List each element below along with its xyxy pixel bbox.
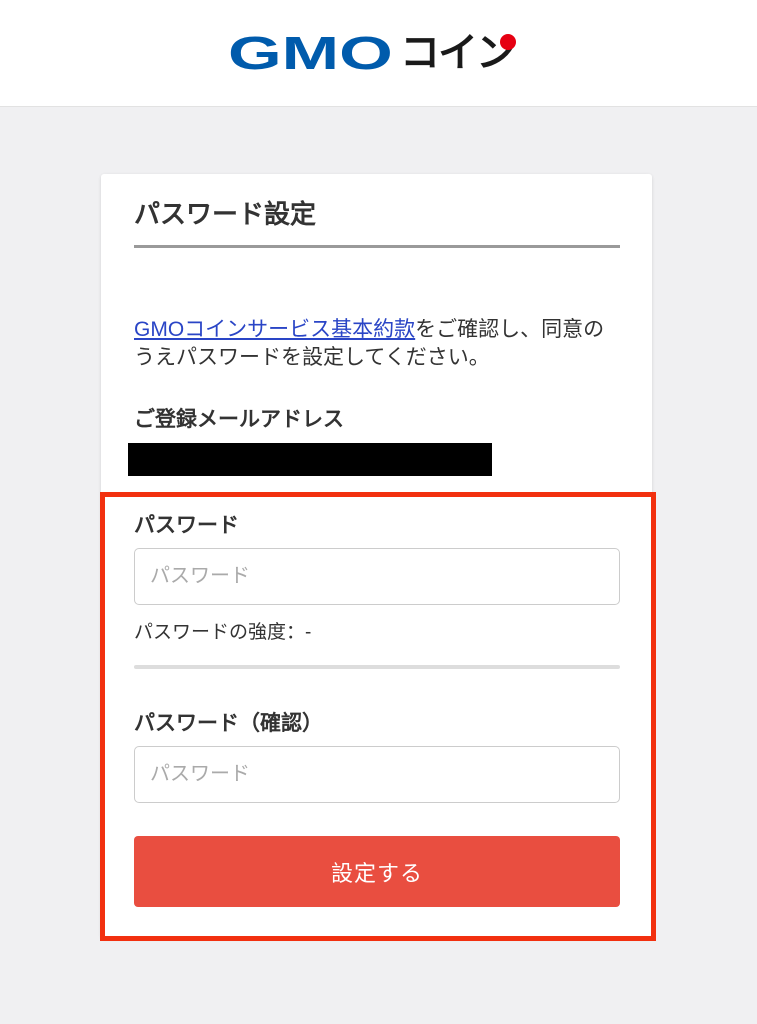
logo-gmo-text: GMO [228, 27, 393, 79]
submit-button[interactable]: 設定する [134, 836, 620, 907]
password-strength-text: パスワードの強度：- [134, 622, 312, 643]
intro-text: GMOコインサービス基本約款をご確認し、同意のうえパスワードを設定してください。 [134, 316, 620, 372]
password-setup-card: パスワード設定 GMOコインサービス基本約款をご確認し、同意のうえパスワードを設… [101, 174, 652, 938]
gmo-coin-logo: GMO コイン [228, 30, 528, 76]
password-input[interactable] [134, 548, 620, 605]
password-confirm-label: パスワード（確認） [134, 712, 323, 735]
email-label: ご登録メールアドレス [134, 408, 344, 431]
email-redacted [128, 443, 492, 476]
terms-link[interactable]: GMOコインサービス基本約款 [134, 318, 415, 341]
header: GMO コイン [0, 0, 757, 107]
page-title: パスワード設定 [134, 199, 317, 229]
password-label: パスワード [134, 514, 239, 537]
logo-coin-text: コイン [400, 31, 516, 75]
password-confirm-input[interactable] [134, 746, 620, 803]
title-divider [134, 245, 620, 248]
logo-red-dot-icon [500, 34, 516, 50]
password-strength-bar [134, 665, 620, 669]
